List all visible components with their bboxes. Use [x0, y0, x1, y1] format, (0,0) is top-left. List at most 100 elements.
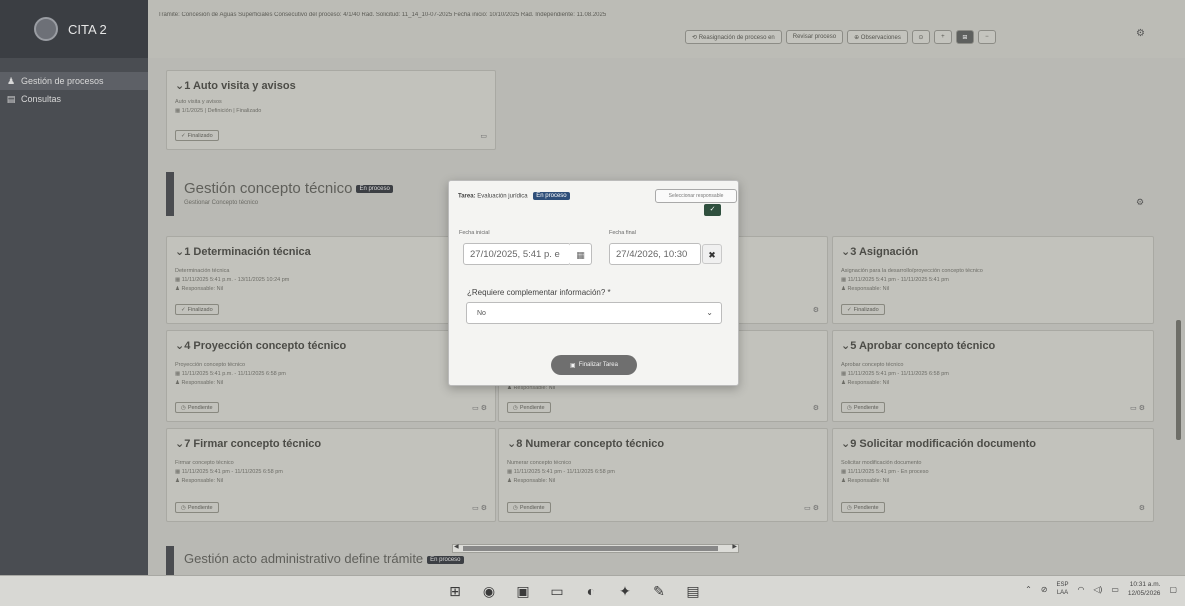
task-card[interactable]: ⌄7 Firmar concepto técnico Firmar concep… [166, 428, 496, 522]
card-dates: ▦ 11/11/2025 5:41 pm - 11/11/2025 6:58 p… [841, 371, 949, 377]
check-icon: ✓ [181, 306, 186, 313]
card-dates: ▦ 11/11/2025 5:41 pm - En proceso [841, 469, 929, 475]
grid-view-button[interactable]: ⊞ [955, 30, 974, 44]
select-responsible-button[interactable]: Seleccionar responsable [655, 189, 737, 203]
app-logo-icon [34, 17, 58, 41]
sidebar-item-consultas[interactable]: ▤ Consultas [0, 90, 148, 108]
clock-icon: ◷ [847, 504, 852, 511]
status-badge: ✓ Finalizado [175, 130, 219, 141]
status-badge: ◷ Pendiente [175, 402, 219, 413]
task-card[interactable]: ⌄1 Determinación técnica Determinación t… [166, 236, 496, 324]
meet-icon[interactable]: ⊘ [1041, 585, 1048, 594]
calendar-icon[interactable]: ▦ [570, 243, 592, 265]
task-card[interactable]: ⌄9 Solicitar modificación documento Soli… [832, 428, 1154, 522]
sidebar-item-label: Gestión de procesos [21, 76, 104, 86]
process-toolbar: ⟲ Reasignación de proceso en Revisar pro… [685, 30, 996, 44]
scrollbar-thumb[interactable] [463, 546, 718, 551]
person-icon: ♟ [6, 75, 16, 86]
finish-task-button[interactable]: ▣ Finalizar Tarea [551, 355, 637, 375]
comment-icon[interactable]: ▭ ⚙ [472, 404, 487, 412]
task-card[interactable]: ⌄5 Aprobar concepto técnico Aprobar conc… [832, 330, 1154, 422]
section-title-acto: Gestión acto administrativo define trámi… [184, 551, 464, 566]
card-description: Proyección concepto técnico [175, 362, 246, 368]
file-explorer-icon[interactable]: ▭ [547, 581, 567, 601]
settings-gear-icon[interactable]: ⚙ [1139, 504, 1145, 512]
volume-icon[interactable]: ◁) [1094, 585, 1103, 594]
brand[interactable]: CITA 2 [0, 0, 148, 58]
info-button[interactable]: ⊙ [911, 30, 930, 44]
process-info: Trámite: Concesión de Aguas Superficiale… [158, 12, 607, 18]
collapse-button[interactable]: − [977, 30, 996, 44]
notification-icon[interactable]: ▢ [1169, 585, 1177, 594]
sidebar-item-gestion-procesos[interactable]: ♟ Gestión de procesos [0, 72, 148, 90]
sidebar-item-label: Consultas [21, 94, 62, 104]
clock-icon: ◷ [181, 504, 186, 511]
edge-browser-icon[interactable]: ◉ [479, 581, 499, 601]
scroll-left-arrow-icon[interactable]: ◀ [454, 543, 459, 550]
card-responsible: ♟ Responsable: Nil [507, 478, 556, 484]
chrome-icon[interactable]: ◐ [581, 581, 601, 601]
task-card[interactable]: ⌄8 Numerar concepto técnico Numerar conc… [498, 428, 828, 522]
status-badge: ◷ Pendiente [841, 502, 885, 513]
start-date-input[interactable]: 27/10/2025, 5:41 p. e [463, 243, 571, 265]
complement-select[interactable]: No ⌄ [466, 302, 722, 324]
reassign-button[interactable]: ⟲ Reasignación de proceso en [685, 30, 782, 44]
card-responsible: ♟ Responsable: Nil [175, 478, 224, 484]
comment-icon[interactable]: ▭ ⚙ [472, 504, 487, 512]
app-icon[interactable]: ▤ [683, 581, 703, 601]
save-icon: ▣ [570, 362, 576, 369]
vertical-scrollbar[interactable] [1176, 320, 1181, 440]
start-date-label: Fecha inicial [459, 230, 490, 236]
review-process-button[interactable]: Revisar proceso [785, 30, 844, 44]
card-title: ⌄4 Proyección concepto técnico [175, 340, 347, 352]
card-responsible: ♟ Responsable: Nil [175, 380, 224, 386]
card-description: Auto visita y avisos [175, 99, 222, 105]
clock[interactable]: 10:31 a.m. 12/05/2026 [1128, 580, 1161, 598]
settings-gear-icon[interactable]: ⚙ [813, 404, 819, 412]
end-date-label: Fecha final [609, 230, 636, 236]
os-taskbar: ⊞ ◉ ▣ ▭ ◐ ✦ ✎ ▤ ⌃ ⊘ ESP LAA ◠ ◁) ▭ 10:31… [0, 575, 1185, 606]
card-dates: ▦ 1/1/2025 | Definición | Finalizado [175, 108, 262, 114]
card-responsible: ♟ Responsable: Nil [841, 380, 890, 386]
card-description: Asignación para la desarrollo/proyección… [841, 268, 983, 274]
task-card[interactable]: ⌄3 Asignación Asignación para la desarro… [832, 236, 1154, 324]
scroll-right-arrow-icon[interactable]: ▶ [732, 543, 737, 550]
section-toggle-icon[interactable]: ⚙ [1136, 197, 1144, 208]
language-indicator[interactable]: ESP LAA [1057, 581, 1069, 597]
sidebar: CITA 2 ♟ Gestión de procesos ▤ Consultas [0, 0, 148, 575]
taskbar-apps: ⊞ ◉ ▣ ▭ ◐ ✦ ✎ ▤ [445, 581, 703, 601]
section-title-concepto: Gestión concepto técnico En proceso [184, 180, 393, 197]
end-date-input[interactable]: 27/4/2026, 10:30 [609, 243, 701, 265]
status-badge: ◷ Pendiente [507, 502, 551, 513]
battery-icon[interactable]: ▭ [1111, 585, 1119, 594]
store-icon[interactable]: ▣ [513, 581, 533, 601]
section-indicator [166, 546, 174, 575]
card-dates: ▦ 11/11/2025 5:41 pm - 11/11/2025 6:58 p… [175, 469, 283, 475]
clock-icon: ◷ [181, 404, 186, 411]
brand-name: CITA 2 [68, 21, 107, 37]
observations-button[interactable]: ⊕ Observaciones [847, 30, 908, 44]
pen-icon[interactable]: ✎ [649, 581, 669, 601]
card-title: ⌄8 Numerar concepto técnico [507, 438, 665, 450]
settings-gear-icon[interactable]: ⚙ [813, 306, 819, 314]
copilot-icon[interactable]: ✦ [615, 581, 635, 601]
card-description: Numerar concepto técnico [507, 460, 572, 466]
chevron-up-icon[interactable]: ⌃ [1025, 585, 1032, 594]
comment-icon[interactable]: ▭ [480, 132, 487, 140]
card-description: Firmar concepto técnico [175, 460, 234, 466]
card-description: Determinación técnica [175, 268, 230, 274]
windows-start-icon[interactable]: ⊞ [445, 581, 465, 601]
comment-icon[interactable]: ▭ ⚙ [1130, 404, 1145, 412]
chevron-down-icon: ⌄ [706, 308, 713, 317]
task-modal: Tarea: Evaluación jurídica En proceso Se… [448, 180, 739, 386]
task-card[interactable]: ⌄4 Proyección concepto técnico Proyecció… [166, 330, 496, 422]
confirm-button[interactable]: ✓ [704, 204, 721, 216]
settings-gear-icon[interactable]: ⚙ [1136, 28, 1145, 39]
horizontal-scrollbar[interactable]: ◀ ▶ [452, 544, 739, 553]
clear-date-icon[interactable]: ✖ [702, 244, 722, 264]
comment-icon[interactable]: ▭ ⚙ [804, 504, 819, 512]
task-card-auto-visita[interactable]: ⌄1 Auto visita y avisos Auto visita y av… [166, 70, 496, 150]
wifi-icon[interactable]: ◠ [1078, 585, 1085, 594]
add-button[interactable]: + [933, 30, 952, 44]
clock-icon: ◷ [847, 404, 852, 411]
